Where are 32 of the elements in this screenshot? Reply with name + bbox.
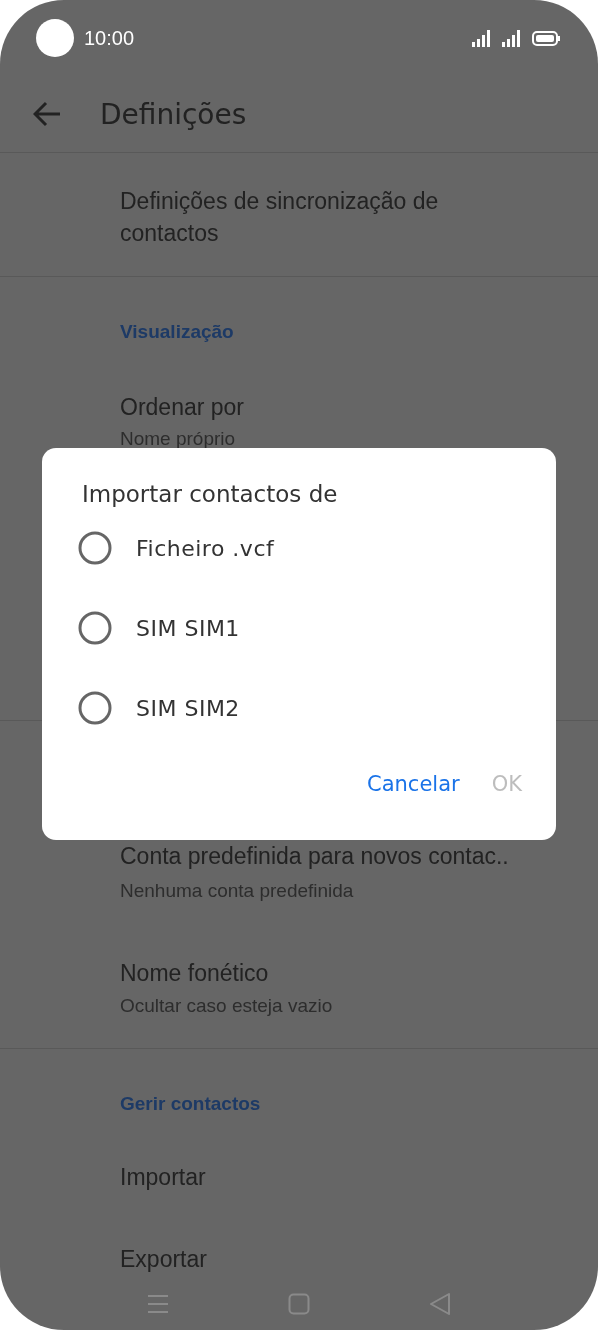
dialog-button[interactable]: Cancelar <box>357 766 470 802</box>
setting-title[interactable]: Conta predefinida para novos contac.. <box>120 839 509 873</box>
section-header: Visualização <box>120 321 234 343</box>
option-label: SIM SIM2 <box>136 695 240 721</box>
radio-option[interactable]: SIM SIM2 <box>42 668 260 748</box>
back-arrow-icon[interactable] <box>33 101 61 127</box>
setting-title[interactable]: Exportar <box>120 1244 207 1274</box>
setting-title[interactable]: Ordenar por <box>120 393 244 421</box>
radio-button[interactable] <box>78 611 112 645</box>
section-header: Gerir contactos <box>120 1093 261 1115</box>
option-label: SIM SIM1 <box>136 615 240 641</box>
dialog-title: Importar contactos de <box>82 480 339 508</box>
setting-title[interactable]: Importar <box>120 1162 206 1192</box>
battery-icon <box>532 30 560 46</box>
home-icon[interactable] <box>288 1293 310 1315</box>
radio-option[interactable]: Ficheiro .vcf <box>42 508 295 588</box>
status-time: 10:00 <box>84 26 135 50</box>
setting-title[interactable]: Definições de sincronização de contactos <box>120 185 468 249</box>
camera-hole <box>36 19 74 57</box>
option-label: Ficheiro .vcf <box>136 535 275 561</box>
menu-icon[interactable] <box>147 1294 169 1314</box>
setting-value: Nenhuma conta predefinida <box>120 879 354 903</box>
radio-option[interactable]: SIM SIM1 <box>42 588 260 668</box>
radio-button[interactable] <box>78 531 112 565</box>
setting-value: Ocultar caso esteja vazio <box>120 994 333 1018</box>
setting-value: Nome próprio <box>120 427 236 451</box>
signal-icon <box>502 29 522 47</box>
signal-icon <box>472 29 492 47</box>
screen-title: Definições <box>100 97 247 131</box>
back-icon[interactable] <box>429 1292 451 1316</box>
setting-title[interactable]: Nome fonético <box>120 958 269 988</box>
radio-button[interactable] <box>78 691 112 725</box>
